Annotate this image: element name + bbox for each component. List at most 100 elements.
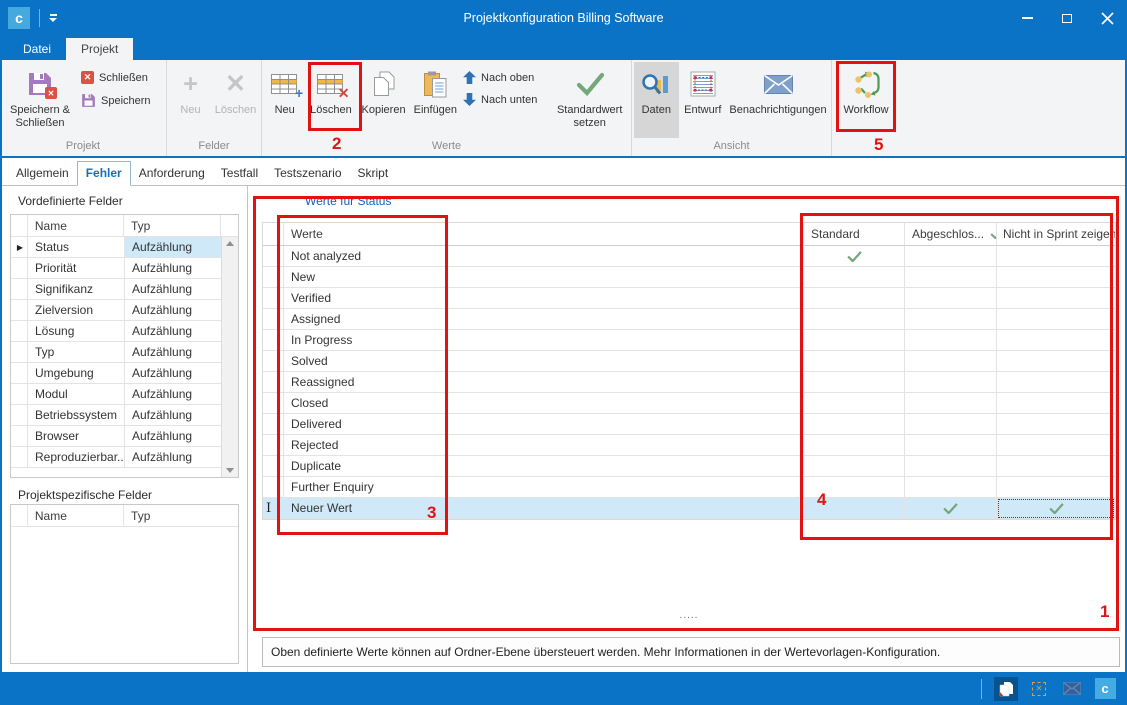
field-row[interactable]: ▶ Signifikanz Aufzählung	[11, 279, 238, 300]
table-row[interactable]: I Assigned	[263, 309, 1115, 330]
table-row[interactable]: I Duplicate	[263, 456, 1115, 477]
close-button[interactable]	[1099, 10, 1115, 26]
sprint-cell[interactable]	[997, 393, 1115, 414]
field-name-cell[interactable]: Zielversion	[28, 300, 125, 321]
column-header-werte[interactable]: Werte	[284, 223, 804, 246]
value-delete-button[interactable]: ✕ Löschen	[305, 62, 356, 138]
abgeschlossen-cell[interactable]	[905, 414, 997, 435]
abgeschlossen-cell[interactable]	[905, 456, 997, 477]
value-cell[interactable]: Further Enquiry	[284, 477, 804, 498]
save-and-close-button[interactable]: ✕ Speichern & Schließen	[2, 62, 78, 138]
standard-cell[interactable]	[804, 477, 905, 498]
tab-datei[interactable]: Datei	[8, 38, 66, 60]
field-row[interactable]: ▶ Typ Aufzählung	[11, 342, 238, 363]
sprint-cell[interactable]	[997, 267, 1115, 288]
field-row[interactable]: ▶ Lösung Aufzählung	[11, 321, 238, 342]
field-name-cell[interactable]: Umgebung	[28, 363, 125, 384]
sprint-cell[interactable]	[997, 309, 1115, 330]
field-name-cell[interactable]: Reproduzierbar...	[28, 447, 125, 468]
tab-projekt[interactable]: Projekt	[66, 38, 133, 60]
mail-button[interactable]	[1060, 677, 1084, 701]
table-row[interactable]: I Further Enquiry	[263, 477, 1115, 498]
column-header-abgeschlossen[interactable]: Abgeschlos...	[905, 223, 997, 246]
maximize-button[interactable]	[1059, 10, 1075, 26]
field-name-cell[interactable]: Signifikanz	[28, 279, 125, 300]
standard-cell[interactable]	[804, 456, 905, 477]
document-tab[interactable]: Anforderung	[131, 162, 213, 185]
move-up-button[interactable]: Nach oben	[460, 71, 550, 84]
field-row[interactable]: ▶ Betriebssystem Aufzählung	[11, 405, 238, 426]
sprint-cell[interactable]	[997, 351, 1115, 372]
field-name-cell[interactable]: Status	[28, 237, 125, 258]
move-down-button[interactable]: Nach unten	[460, 93, 550, 106]
sprint-cell[interactable]	[997, 288, 1115, 309]
table-row[interactable]: I Verified	[263, 288, 1115, 309]
value-cell[interactable]: Duplicate	[284, 456, 804, 477]
value-cell[interactable]: Delivered	[284, 414, 804, 435]
sprint-cell[interactable]	[997, 372, 1115, 393]
abgeschlossen-cell[interactable]	[905, 477, 997, 498]
data-view-button[interactable]: Daten	[634, 62, 679, 138]
field-row[interactable]: ▶ Status Aufzählung	[11, 237, 238, 258]
abgeschlossen-cell[interactable]	[905, 309, 997, 330]
close-project-button[interactable]: ✕ Schließen	[78, 71, 164, 84]
value-cell[interactable]: New	[284, 267, 804, 288]
scroll-up-icon[interactable]	[226, 241, 234, 246]
sprint-cell[interactable]	[997, 477, 1115, 498]
column-header-name[interactable]: Name	[28, 215, 124, 237]
column-header-typ[interactable]: Typ	[124, 505, 238, 527]
abgeschlossen-cell[interactable]	[905, 393, 997, 414]
field-row[interactable]: ▶ Umgebung Aufzählung	[11, 363, 238, 384]
abgeschlossen-cell[interactable]	[905, 246, 997, 267]
workflow-button[interactable]: Workflow	[837, 62, 895, 138]
value-cell[interactable]: In Progress	[284, 330, 804, 351]
value-cell[interactable]: Not analyzed	[284, 246, 804, 267]
field-typ-cell[interactable]: Aufzählung	[125, 300, 223, 321]
standard-cell[interactable]	[804, 435, 905, 456]
field-typ-cell[interactable]: Aufzählung	[125, 447, 223, 468]
column-header-sprint[interactable]: Nicht in Sprint zeigen	[997, 223, 1115, 246]
sprint-cell[interactable]	[997, 414, 1115, 435]
field-typ-cell[interactable]: Aufzählung	[125, 237, 223, 258]
table-row[interactable]: I Neuer Wert	[263, 498, 1115, 519]
pages-button[interactable]	[994, 677, 1018, 701]
sprint-cell[interactable]	[997, 246, 1115, 267]
field-row[interactable]: ▶ Reproduzierbar... Aufzählung	[11, 447, 238, 468]
field-typ-cell[interactable]: Aufzählung	[125, 363, 223, 384]
table-row[interactable]: I Closed	[263, 393, 1115, 414]
frame-button[interactable]: ✕	[1027, 677, 1051, 701]
field-name-cell[interactable]: Typ	[28, 342, 125, 363]
standard-cell[interactable]	[804, 414, 905, 435]
field-typ-cell[interactable]: Aufzählung	[125, 321, 223, 342]
standard-cell[interactable]	[804, 309, 905, 330]
scroll-down-icon[interactable]	[226, 468, 234, 473]
sprint-cell[interactable]	[997, 435, 1115, 456]
abgeschlossen-cell[interactable]	[905, 351, 997, 372]
copy-button[interactable]: Kopieren	[357, 62, 411, 138]
app-link-button[interactable]: c	[1093, 677, 1117, 701]
document-tab[interactable]: Allgemein	[8, 162, 77, 185]
column-header-name[interactable]: Name	[28, 505, 124, 527]
field-row[interactable]: ▶ Zielversion Aufzählung	[11, 300, 238, 321]
abgeschlossen-cell[interactable]	[905, 330, 997, 351]
sprint-cell[interactable]	[997, 330, 1115, 351]
standard-cell[interactable]	[804, 351, 905, 372]
column-header-standard[interactable]: Standard	[804, 223, 905, 246]
field-typ-cell[interactable]: Aufzählung	[125, 384, 223, 405]
splitter-grip[interactable]: .....	[262, 610, 1116, 621]
sprint-cell[interactable]	[997, 456, 1115, 477]
table-row[interactable]: I In Progress	[263, 330, 1115, 351]
standard-cell[interactable]	[804, 288, 905, 309]
field-new-button[interactable]: + Neu	[169, 62, 212, 138]
standard-cell[interactable]	[804, 330, 905, 351]
table-row[interactable]: I New	[263, 267, 1115, 288]
field-row[interactable]: ▶ Priorität Aufzählung	[11, 258, 238, 279]
save-button[interactable]: Speichern	[78, 93, 164, 108]
document-tab[interactable]: Fehler	[77, 161, 131, 186]
field-row[interactable]: ▶ Modul Aufzählung	[11, 384, 238, 405]
notifications-button[interactable]: Benachrichtigungen	[727, 62, 829, 138]
document-tab[interactable]: Skript	[350, 162, 397, 185]
value-cell[interactable]: Verified	[284, 288, 804, 309]
document-tab[interactable]: Testszenario	[266, 162, 349, 185]
document-tab[interactable]: Testfall	[213, 162, 266, 185]
